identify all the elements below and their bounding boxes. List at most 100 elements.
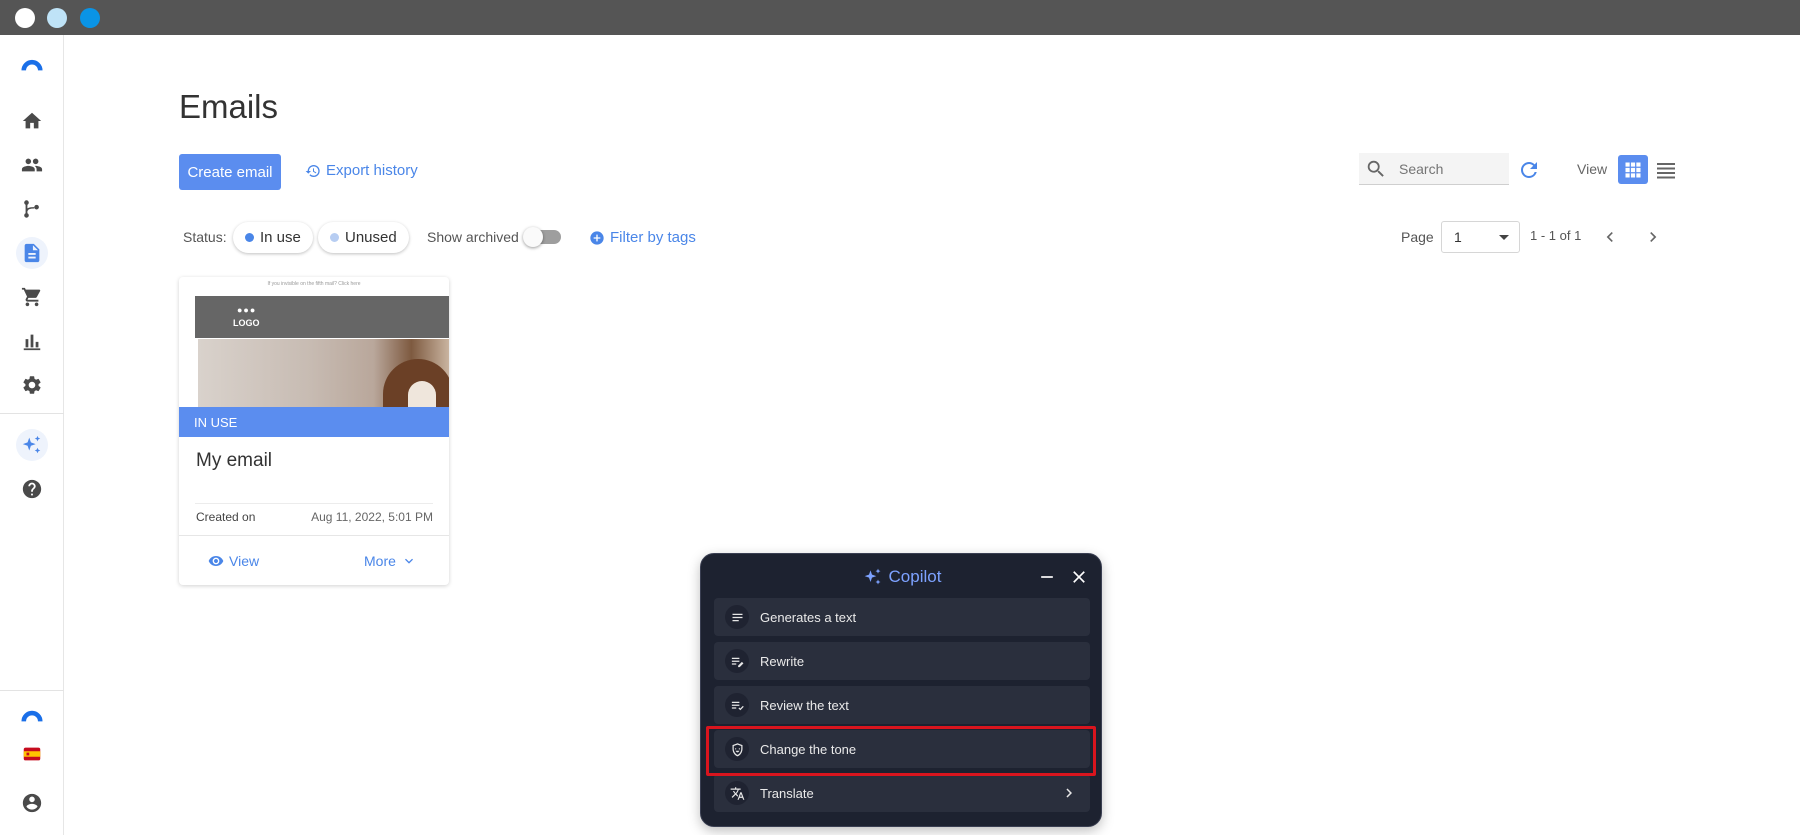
thumbnail-dots-icon: ●●● (237, 305, 257, 315)
chevron-down-icon (404, 558, 413, 564)
view-email-button[interactable]: View (208, 553, 259, 569)
sidebar-item-emails[interactable] (16, 237, 48, 269)
export-history-button[interactable]: Export history (305, 162, 418, 179)
chevron-right-icon (1650, 232, 1657, 242)
bar-chart-icon (23, 334, 41, 351)
list-icon (1657, 163, 1675, 179)
gear-icon (23, 376, 41, 394)
copilot-close-button[interactable] (1069, 567, 1089, 587)
refresh-button[interactable] (1517, 158, 1541, 182)
previous-page-button[interactable] (1600, 227, 1620, 247)
grid-view-button[interactable] (1618, 155, 1648, 184)
add-circle-icon (590, 230, 604, 245)
email-card[interactable]: If you invisible on the fifth mail? Clic… (179, 277, 449, 585)
sidebar-item-help[interactable] (16, 473, 48, 505)
status-chip-in-use[interactable]: In use (233, 222, 313, 253)
filter-by-tags-label: Filter by tags (610, 229, 696, 246)
created-on-label: Created on (196, 510, 256, 524)
search-box (1359, 153, 1509, 185)
thumbnail-header: ●●● LOGO (195, 296, 449, 338)
export-history-label: Export history (326, 162, 418, 179)
card-divider (195, 503, 433, 504)
sparkle-icon (864, 568, 881, 585)
sidebar (0, 35, 64, 835)
copilot-panel: Copilot Generates a text Rewrite Review … (700, 553, 1102, 827)
view-label: View (1577, 161, 1608, 177)
app-logo-icon[interactable] (16, 48, 48, 80)
home-icon (22, 112, 42, 129)
branch-icon (24, 200, 39, 218)
rewrite-icon (725, 649, 749, 673)
chevron-left-icon (1606, 232, 1613, 242)
sidebar-item-contacts[interactable] (16, 149, 48, 181)
status-chip-label: In use (260, 229, 301, 246)
show-archived-toggle[interactable] (523, 227, 561, 247)
sidebar-item-settings[interactable] (16, 369, 48, 401)
sidebar-item-account[interactable] (16, 787, 48, 819)
copilot-item-translate[interactable]: Translate (714, 774, 1090, 812)
copilot-item-label: Generates a text (760, 609, 857, 625)
more-label: More (364, 553, 396, 569)
caret-down-icon (1499, 234, 1509, 240)
copilot-item-label: Change the tone (760, 741, 857, 757)
search-input[interactable] (1399, 160, 1499, 177)
window-maximize-dot[interactable] (80, 8, 100, 28)
tone-icon (725, 737, 749, 761)
page-range: 1 - 1 of 1 (1530, 228, 1582, 243)
copilot-item-change-tone[interactable]: Change the tone (714, 730, 1090, 768)
more-menu-button[interactable]: More (364, 553, 417, 569)
status-band: IN USE (179, 407, 449, 437)
grid-icon (1625, 162, 1641, 177)
copilot-item-rewrite[interactable]: Rewrite (714, 642, 1090, 680)
minimize-icon (1041, 576, 1053, 578)
history-icon (305, 164, 320, 177)
copilot-minimize-button[interactable] (1037, 567, 1057, 587)
card-divider (179, 535, 449, 536)
sidebar-item-workflows[interactable] (16, 193, 48, 225)
thumbnail-preheader: If you invisible on the fifth mail? Clic… (267, 281, 361, 287)
close-icon (1073, 571, 1085, 583)
search-icon (1367, 160, 1384, 177)
copilot-item-review-text[interactable]: Review the text (714, 686, 1090, 724)
created-on-value: Aug 11, 2022, 5:01 PM (311, 510, 433, 524)
copilot-item-label: Review the text (760, 697, 849, 713)
people-icon (21, 158, 43, 172)
page-label: Page (1401, 229, 1434, 245)
status-chip-label: Unused (345, 229, 397, 246)
unused-dot (330, 233, 339, 242)
card-title: My email (196, 450, 273, 471)
help-icon (22, 479, 42, 499)
cart-icon (21, 287, 41, 307)
window-close-dot[interactable] (15, 8, 35, 28)
sidebar-item-home[interactable] (16, 105, 48, 137)
sidebar-item-copilot[interactable] (16, 429, 48, 461)
sidebar-divider (0, 690, 64, 691)
sidebar-item-commerce[interactable] (16, 281, 48, 313)
language-flag-icon[interactable] (16, 738, 48, 770)
list-view-button[interactable] (1654, 158, 1678, 182)
view-label: View (229, 553, 260, 569)
next-page-button[interactable] (1643, 227, 1663, 247)
status-chip-unused[interactable]: Unused (318, 222, 409, 253)
brand-logo-icon[interactable] (16, 698, 48, 730)
eye-icon (208, 556, 224, 566)
thumbnail-logo: LOGO (233, 318, 260, 328)
translate-icon (725, 781, 749, 805)
status-label: Status: (183, 229, 227, 245)
page-select-value: 1 (1454, 229, 1462, 245)
filter-by-tags-button[interactable]: Filter by tags (589, 229, 696, 246)
toggle-knob (523, 227, 543, 247)
create-email-button[interactable]: Create email (179, 154, 281, 190)
copilot-title-text: Copilot (888, 567, 942, 586)
text-lines-icon (725, 605, 749, 629)
sparkle-icon (22, 435, 41, 454)
window-minimize-dot[interactable] (47, 8, 67, 28)
sidebar-item-reports[interactable] (16, 325, 48, 357)
in-use-dot (245, 233, 254, 242)
copilot-item-generate-text[interactable]: Generates a text (714, 598, 1090, 636)
document-icon (24, 243, 40, 263)
review-check-icon (725, 693, 749, 717)
page-select[interactable]: 1 (1441, 221, 1520, 253)
show-archived-label: Show archived (427, 229, 519, 245)
sidebar-divider (0, 413, 64, 414)
